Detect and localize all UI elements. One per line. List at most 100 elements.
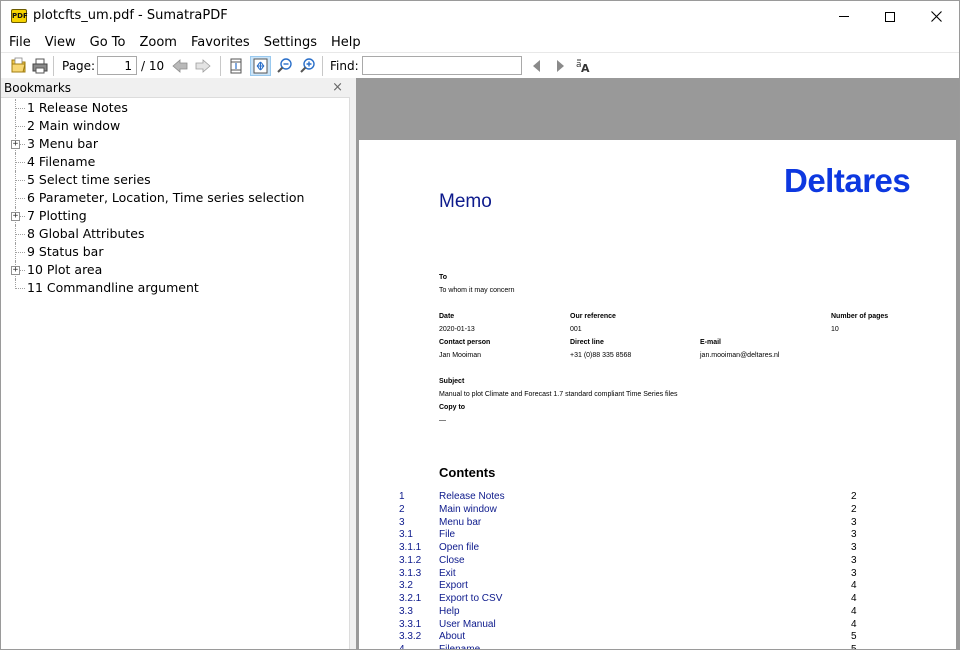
toc-row[interactable]: 3.2.1 Export to CSV 4: [359, 593, 956, 606]
copy-to-label: Copy to: [439, 404, 466, 411]
bookmarks-title: Bookmarks: [4, 81, 72, 95]
bookmark-item[interactable]: +3 Menu bar: [1, 135, 350, 153]
direct-line-value: +31 (0)88 335 8568: [570, 352, 632, 359]
toc-page-number: 2: [851, 503, 857, 515]
toc-row[interactable]: 3.1.1 Open file 3: [359, 542, 956, 555]
memo-title: Memo: [439, 191, 492, 212]
toc-row[interactable]: 3.1.2 Close 3: [359, 555, 956, 568]
contact-person-value: Jan Mooiman: [439, 352, 482, 359]
minimize-button[interactable]: [821, 1, 867, 32]
toc-row[interactable]: 3.3 Help 4: [359, 606, 956, 619]
close-bookmarks-icon[interactable]: ×: [332, 80, 343, 95]
toc-row[interactable]: 4 Filename 5: [359, 644, 956, 650]
bookmark-item[interactable]: 6 Parameter, Location, Time series selec…: [1, 189, 350, 207]
find-input[interactable]: [362, 56, 522, 75]
next-page-icon[interactable]: [194, 57, 212, 75]
email-label: E-mail: [700, 339, 722, 346]
fit-width-icon: [253, 58, 268, 74]
toolbar: Page: / 10: [1, 52, 959, 78]
bookmark-item[interactable]: 8 Global Attributes: [1, 225, 350, 243]
tree-line: [16, 126, 25, 127]
contact-person-label: Contact person: [439, 339, 491, 346]
email-value: jan.mooiman@deltares.nl: [700, 352, 780, 359]
toc-title: Open file: [439, 542, 480, 553]
toc-page-number: 4: [851, 605, 857, 617]
expand-plus-icon[interactable]: +: [11, 140, 20, 149]
minimize-icon: [839, 16, 849, 17]
toc-row[interactable]: 3.2 Export 4: [359, 580, 956, 593]
menu-goto[interactable]: Go To: [83, 35, 133, 50]
bookmark-label: 7 Plotting: [27, 208, 87, 223]
expand-plus-icon[interactable]: +: [11, 266, 20, 275]
find-previous-icon[interactable]: [528, 57, 546, 75]
toc-row[interactable]: 1 Release Notes 2: [359, 491, 956, 504]
toc-number: 1: [399, 491, 405, 502]
menu-settings[interactable]: Settings: [257, 35, 324, 50]
bookmark-item[interactable]: 2 Main window: [1, 117, 350, 135]
toc-number: 3.1.3: [399, 567, 422, 579]
fit-page-icon[interactable]: [227, 57, 245, 75]
bookmark-label: 11 Commandline argument: [27, 280, 199, 295]
toc-row[interactable]: 3.1.3 Exit 3: [359, 568, 956, 581]
toc-number: 2: [399, 503, 405, 515]
toc-page-number: 5: [851, 644, 857, 650]
maximize-button[interactable]: [867, 1, 913, 32]
toc-row[interactable]: 3.1 File 3: [359, 529, 956, 542]
menu-help[interactable]: Help: [324, 35, 368, 50]
open-folder-icon[interactable]: [10, 57, 28, 75]
title-bar[interactable]: PDF plotcfts_um.pdf - SumatraPDF: [1, 1, 959, 32]
toc-row[interactable]: 2 Main window 2: [359, 504, 956, 517]
toc-title: Filename: [439, 644, 481, 650]
bookmarks-pane: Bookmarks × 1 Release Notes 2 Main window…: [1, 78, 350, 649]
bookmarks-header: Bookmarks ×: [1, 78, 350, 98]
menu-zoom[interactable]: Zoom: [132, 35, 183, 50]
close-window-button[interactable]: [913, 1, 959, 32]
bookmark-item[interactable]: 4 Filename: [1, 153, 350, 171]
toc-number: 3.2.1: [399, 593, 422, 604]
menu-favorites[interactable]: Favorites: [184, 35, 257, 50]
date-value: 2020-01-13: [439, 326, 475, 333]
toc-number: 3.3.2: [399, 631, 422, 643]
toc-number: 4: [399, 644, 405, 650]
toc-row[interactable]: 3.3.2 About 5: [359, 631, 956, 644]
close-icon: [930, 11, 942, 22]
expand-plus-icon[interactable]: +: [11, 212, 20, 221]
toc-title: About: [439, 631, 466, 643]
bookmark-item[interactable]: 1 Release Notes: [1, 99, 350, 117]
menu-bar: File View Go To Zoom Favorites Settings …: [1, 32, 959, 52]
toolbar-separator: [322, 56, 323, 76]
toc-row[interactable]: 3.3.1 User Manual 4: [359, 619, 956, 632]
document-canvas[interactable]: Deltares Memo To To whom it may concern …: [356, 78, 959, 650]
toc-page-number: 2: [851, 491, 857, 502]
bookmark-item[interactable]: 9 Status bar: [1, 243, 350, 261]
toc-page-number: 3: [851, 554, 857, 566]
zoom-out-icon[interactable]: [276, 57, 294, 75]
toc-title: File: [439, 529, 456, 541]
fit-width-button[interactable]: [250, 56, 271, 76]
toc-row[interactable]: 3 Menu bar 3: [359, 517, 956, 530]
bookmark-label: 5 Select time series: [27, 172, 151, 187]
svg-text:A: A: [581, 62, 590, 75]
date-label: Date: [439, 313, 455, 320]
toc-page-number: 4: [851, 593, 857, 604]
find-label: Find:: [330, 59, 359, 73]
page-number-input[interactable]: [97, 56, 137, 75]
zoom-in-icon[interactable]: [299, 57, 317, 75]
find-next-icon[interactable]: [551, 57, 569, 75]
bookmark-item[interactable]: +7 Plotting: [1, 207, 350, 225]
menu-view[interactable]: View: [38, 35, 83, 50]
bookmark-item[interactable]: 5 Select time series: [1, 171, 350, 189]
match-case-icon[interactable]: a A: [575, 57, 593, 75]
to-label: To: [439, 274, 448, 281]
toc-number: 3.3.1: [399, 618, 422, 630]
menu-file[interactable]: File: [2, 35, 38, 50]
toc-number: 3.1: [399, 529, 413, 541]
our-reference-value: 001: [570, 326, 582, 333]
bookmark-label: 4 Filename: [27, 154, 96, 169]
toc-page-number: 3: [851, 567, 857, 579]
bookmark-item[interactable]: +10 Plot area: [1, 261, 350, 279]
toc-number: 3.2: [399, 580, 413, 592]
previous-page-icon[interactable]: [171, 57, 189, 75]
print-icon[interactable]: [31, 57, 49, 75]
bookmark-item[interactable]: 11 Commandline argument: [1, 279, 350, 297]
